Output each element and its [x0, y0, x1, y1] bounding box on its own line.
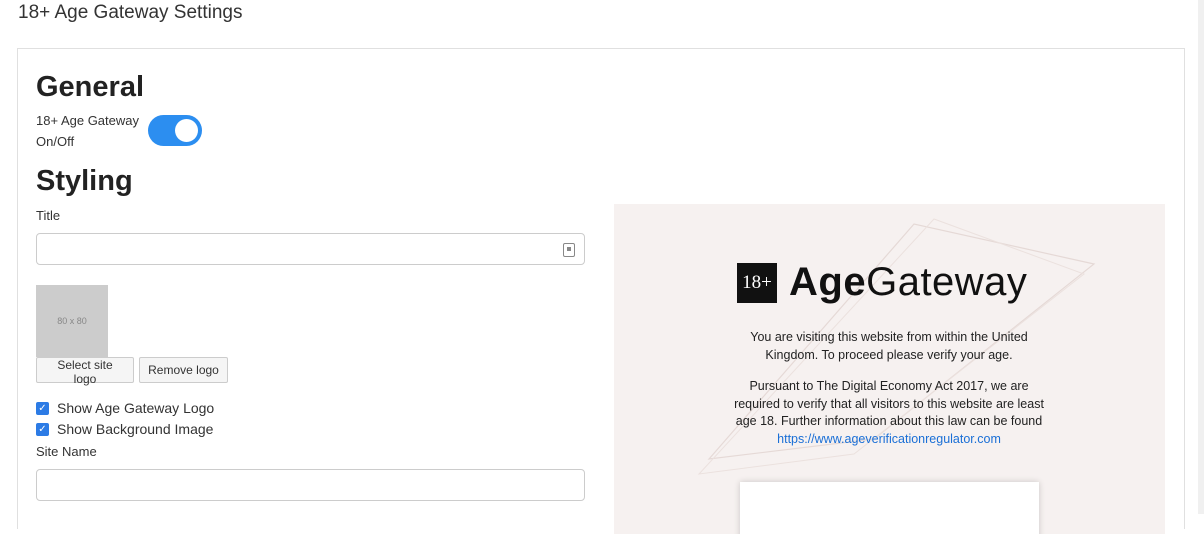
show-bg-row[interactable]: ✓ Show Background Image — [36, 421, 213, 437]
logo-placeholder: 80 x 80 — [36, 285, 108, 357]
title-input[interactable] — [36, 233, 585, 265]
select-logo-button[interactable]: Select site logo — [36, 357, 134, 386]
general-heading: General — [36, 71, 144, 103]
preview-paragraph-1: You are visiting this website from withi… — [750, 330, 1028, 362]
gateway-preview: 18+ AgeGateway You are visiting this web… — [614, 204, 1165, 534]
brand-light: Gateway — [866, 260, 1028, 304]
remove-logo-button[interactable]: Remove logo — [139, 357, 228, 383]
brand-bold: Age — [789, 260, 867, 304]
preview-paragraph-2: Pursuant to The Digital Economy Act 2017… — [734, 378, 1044, 448]
title-label: Title — [36, 208, 61, 223]
preview-form-card — [740, 482, 1039, 534]
field-autofill-icon[interactable] — [563, 243, 575, 257]
show-bg-checkbox[interactable]: ✓ — [36, 422, 49, 436]
site-name-input[interactable] — [36, 469, 585, 501]
show-bg-label: Show Background Image — [57, 421, 214, 437]
toggle-label: 18+ Age Gateway On/Off — [36, 113, 139, 149]
age-gateway-toggle[interactable] — [148, 115, 202, 146]
show-logo-label: Show Age Gateway Logo — [57, 400, 215, 416]
toggle-knob — [175, 119, 198, 142]
show-logo-row[interactable]: ✓ Show Age Gateway Logo — [36, 400, 214, 416]
site-name-label: Site Name — [36, 444, 97, 459]
styling-heading: Styling — [36, 165, 133, 197]
brand-name: AgeGateway — [789, 260, 1027, 305]
show-logo-checkbox[interactable]: ✓ — [36, 401, 49, 415]
preview-logo: 18+ AgeGateway — [737, 260, 1027, 305]
preview-paragraph-2-text: Pursuant to The Digital Economy Act 2017… — [734, 379, 1044, 428]
age-badge: 18+ — [737, 262, 777, 303]
regulator-link[interactable]: https://www.ageverificationregulator.com — [777, 432, 1001, 446]
scrollbar[interactable] — [1198, 0, 1204, 514]
page-title: 18+ Age Gateway Settings — [18, 2, 243, 23]
settings-panel: General 18+ Age Gateway On/Off Styling T… — [17, 48, 1185, 534]
